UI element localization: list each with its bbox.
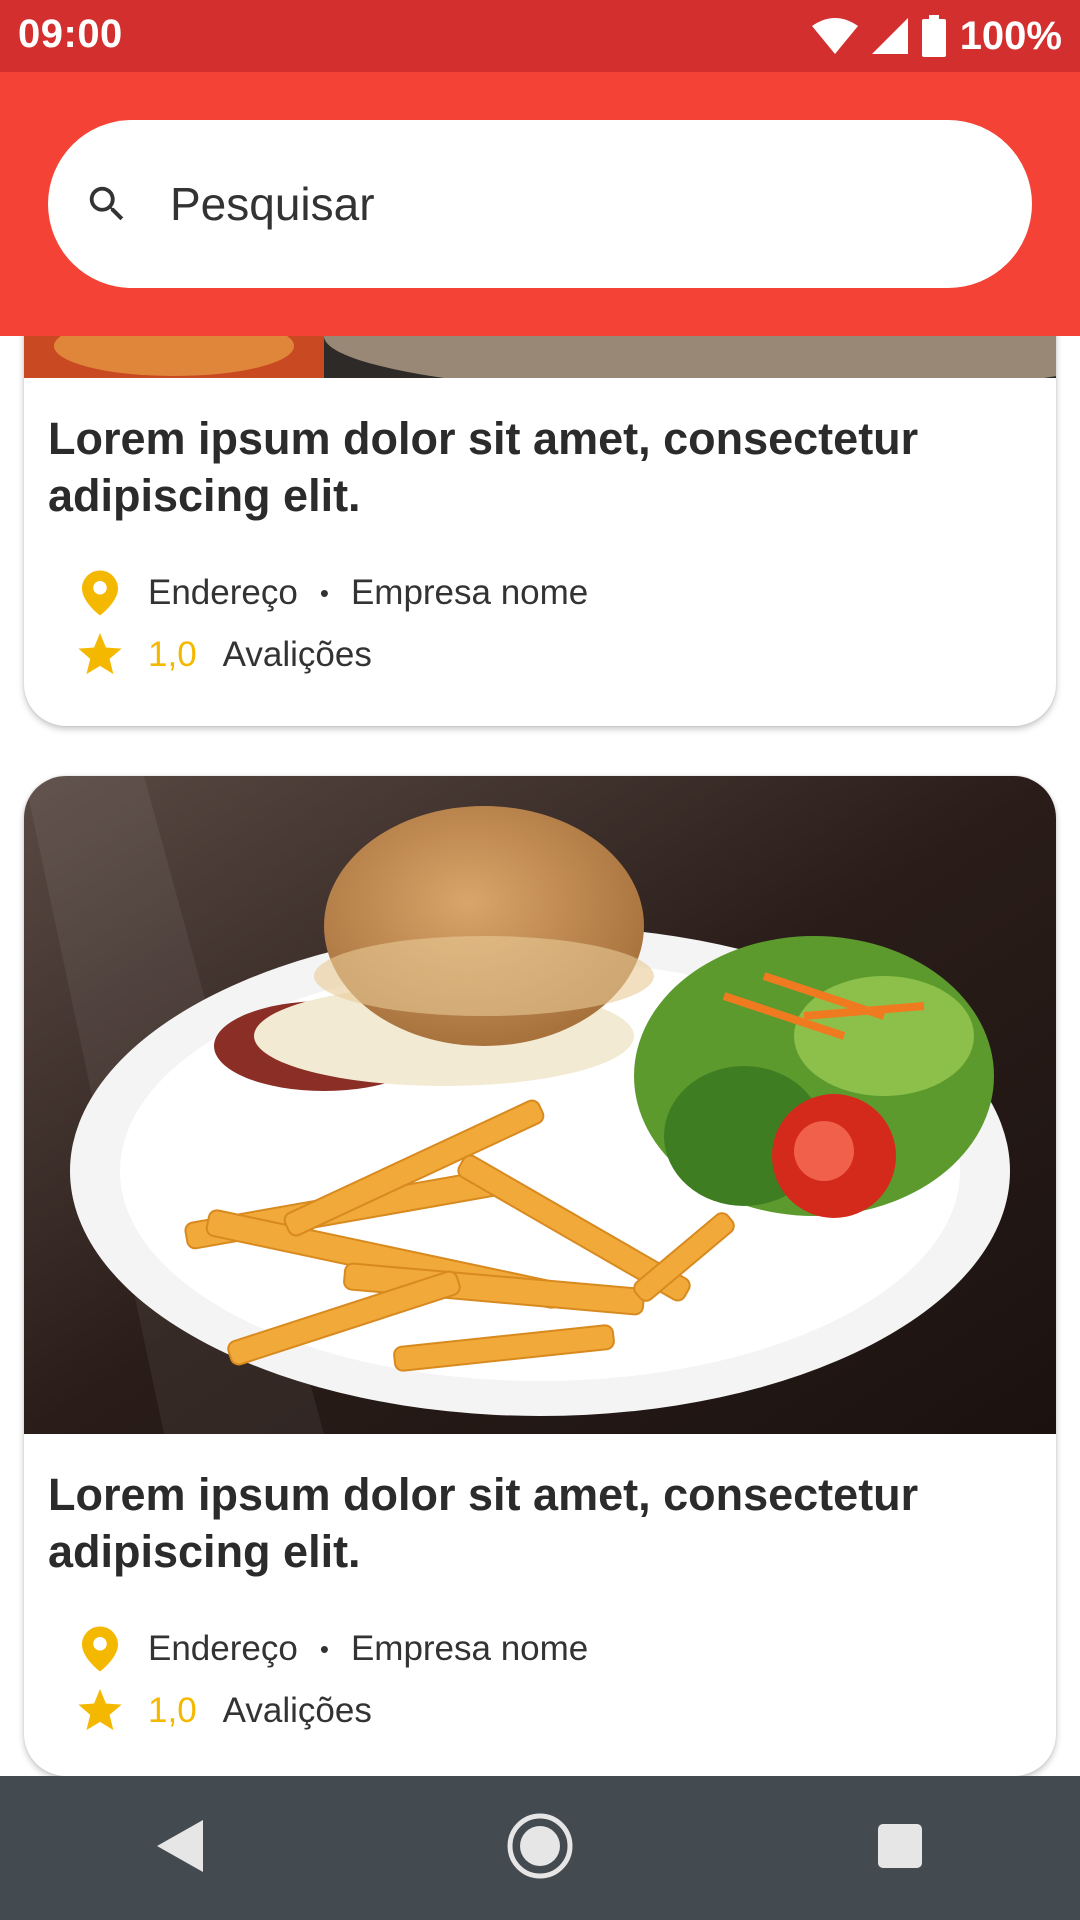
restaurant-card[interactable]: Lorem ipsum dolor sit amet, consectetur … [24, 336, 1056, 726]
rating-value: 1,0 [148, 635, 197, 674]
address-text: Endereço [148, 1629, 298, 1668]
back-button[interactable] [120, 1788, 240, 1908]
battery-icon [921, 15, 946, 57]
rating-value: 1,0 [148, 1691, 197, 1730]
star-icon [76, 1687, 124, 1735]
location-pin-icon [76, 1625, 124, 1673]
search-bar[interactable] [48, 120, 1032, 288]
reviews-label[interactable]: Avalições [223, 1691, 372, 1731]
status-icons: 100% [811, 12, 1062, 60]
card-body: Lorem ipsum dolor sit amet, consectetur … [24, 1434, 1056, 1742]
restaurant-card[interactable]: Lorem ipsum dolor sit amet, consectetur … [24, 776, 1056, 1776]
rating-row: 1,0 Avalições [76, 624, 1032, 686]
separator-dot: • [319, 1633, 329, 1664]
search-input[interactable] [168, 176, 932, 232]
location-row: Endereço • Empresa nome [76, 1618, 1032, 1680]
company-name: Empresa nome [350, 573, 589, 612]
separator-dot: • [319, 577, 329, 608]
status-bar: 09:00 100% [0, 0, 1080, 72]
star-icon [76, 631, 124, 679]
card-title[interactable]: Lorem ipsum dolor sit amet, consectetur … [48, 1466, 1032, 1580]
wifi-icon [811, 18, 858, 54]
recents-button[interactable] [840, 1788, 960, 1908]
system-nav-bar [0, 1776, 1080, 1920]
address-text: Endereço [148, 573, 298, 612]
status-time: 09:00 [18, 12, 123, 56]
restaurant-feed[interactable]: Lorem ipsum dolor sit amet, consectetur … [0, 336, 1080, 1776]
card-image [24, 336, 1056, 378]
card-title[interactable]: Lorem ipsum dolor sit amet, consectetur … [48, 410, 1032, 524]
search-icon[interactable] [78, 175, 136, 233]
recents-icon [876, 1822, 924, 1875]
rating-row: 1,0 Avalições [76, 1680, 1032, 1742]
back-icon [157, 1819, 203, 1877]
company-name: Empresa nome [350, 1629, 589, 1668]
home-icon [506, 1812, 574, 1885]
location-row: Endereço • Empresa nome [76, 562, 1032, 624]
card-image [24, 776, 1056, 1434]
card-body: Lorem ipsum dolor sit amet, consectetur … [24, 378, 1056, 686]
cell-signal-icon [871, 18, 908, 54]
app-header [0, 72, 1080, 336]
battery-percent: 100% [959, 13, 1062, 58]
reviews-label[interactable]: Avalições [223, 635, 372, 675]
location-pin-icon [76, 569, 124, 617]
home-button[interactable] [480, 1788, 600, 1908]
